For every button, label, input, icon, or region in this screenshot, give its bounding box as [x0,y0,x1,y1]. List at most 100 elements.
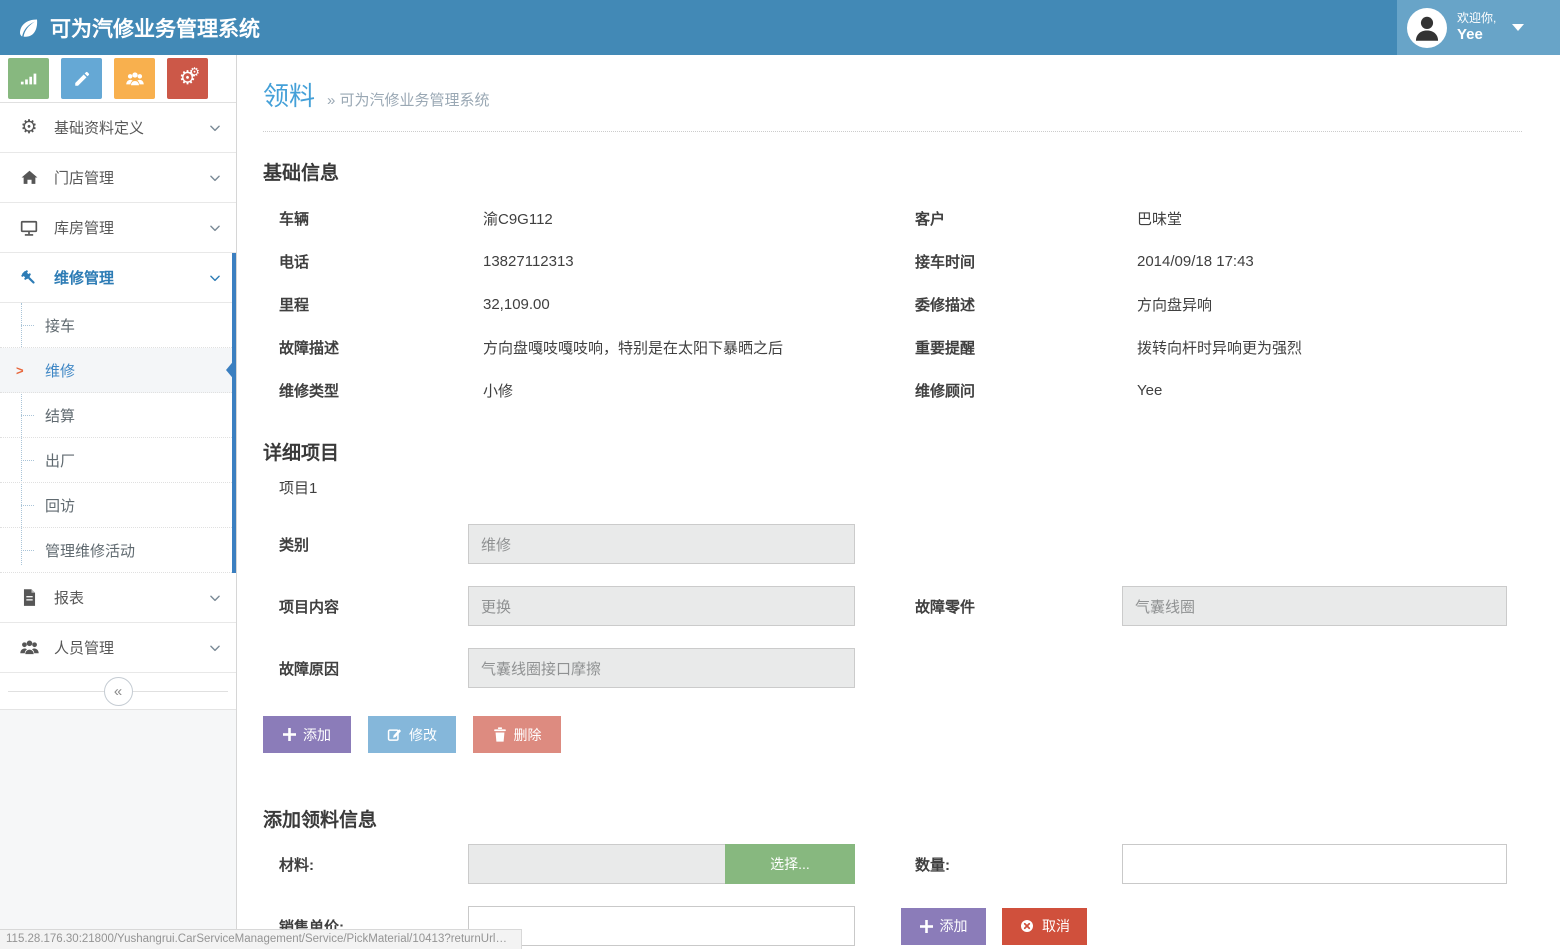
edit-icon [387,727,402,742]
user-menu[interactable]: 欢迎你, Yee [1397,0,1560,55]
field-value: 32,109.00 [483,296,915,313]
sidebar-item-store-mgmt[interactable]: 门店管理 [0,153,236,203]
sidebar-subitem-follow-up[interactable]: 回访 [0,483,236,528]
info-row: 电话 13827112313 接车时间 2014/09/18 17:43 [263,240,1522,283]
sidebar-subitem-settlement[interactable]: 结算 [0,393,236,438]
welcome-text: 欢迎你, [1457,11,1496,26]
form-row-category: 类别 [263,524,1522,564]
active-arrow-icon: > [16,363,24,378]
sidebar-subitem-repair-activities[interactable]: 管理维修活动 [0,528,236,573]
sidebar-group-repair-mgmt: 维修管理 接车 > 维修 结算 出厂 回访 管理维 [0,253,236,573]
quantity-label: 数量: [915,854,1122,875]
stats-shortcut-button[interactable] [8,58,49,99]
repair-submenu: 接车 > 维修 结算 出厂 回访 管理维修活动 [0,303,236,573]
desktop-icon [18,218,40,238]
sidebar-item-warehouse-mgmt[interactable]: 库房管理 [0,203,236,253]
section-title-pick-material: 添加领料信息 [263,805,1522,832]
sidebar-filler [0,709,236,949]
app-title: 可为汽修业务管理系统 [50,13,260,43]
chevron-down-icon [208,221,222,235]
sidebar-item-label: 人员管理 [54,637,114,658]
price-input[interactable] [468,906,855,946]
material-input [468,844,725,884]
sidebar-item-label: 维修管理 [54,267,114,288]
top-navbar: 可为汽修业务管理系统 欢迎你, Yee [0,0,1560,55]
field-value: 方向盘嘎吱嘎吱响，特别是在太阳下暴晒之后 [483,337,915,358]
sidebar-item-repair-mgmt[interactable]: 维修管理 [0,253,236,303]
caret-down-icon [1512,24,1524,31]
form-row-reason: 故障原因 [263,648,1522,688]
gavel-icon [18,268,40,288]
detail-item-title: 项目1 [263,477,1522,498]
category-input [468,524,855,564]
material-label: 材料: [263,854,468,875]
field-label: 维修类型 [263,380,483,401]
pick-buttons: 添加 取消 [901,908,1087,945]
sidebar: ⚙ ⚙ ⚙ 基础资料定义 门店管理 库房管理 [0,55,237,949]
field-value: 渝C9G112 [483,208,915,229]
sidebar-item-label: 基础资料定义 [54,117,144,138]
field-value: 巴味堂 [1137,208,1522,229]
plus-icon [283,728,296,741]
app-brand: 可为汽修业务管理系统 [16,13,260,43]
chevron-down-icon [208,641,222,655]
cancel-button[interactable]: 取消 [1002,908,1087,945]
sidebar-item-label: 库房管理 [54,217,114,238]
material-input-group: 选择... [468,844,855,884]
add-item-button[interactable]: 添加 [263,716,351,753]
user-name: Yee [1457,26,1496,45]
sidebar-subitem-leave-factory[interactable]: 出厂 [0,438,236,483]
x-circle-icon [1019,918,1035,934]
sidebar-item-personnel-mgmt[interactable]: 人员管理 [0,623,236,673]
choose-material-button[interactable]: 选择... [725,844,855,884]
breadcrumb-trail: 可为汽修业务管理系统 [340,92,490,109]
chevron-down-icon [208,171,222,185]
file-icon [18,588,40,607]
page-header: 领料 » 可为汽修业务管理系统 [263,55,1522,132]
chevron-down-icon [208,271,222,285]
plus-icon [920,920,933,933]
breadcrumb-separator: » [327,92,335,109]
users-shortcut-button[interactable] [114,58,155,99]
sidebar-shortcuts: ⚙ ⚙ [0,55,236,103]
main-content: 领料 » 可为汽修业务管理系统 基础信息 车辆 渝C9G112 客户 巴味堂 电… [238,55,1560,949]
trash-icon [493,727,507,742]
sidebar-item-label: 报表 [54,587,84,608]
sidebar-subitem-receive-car[interactable]: 接车 [0,303,236,348]
settings-shortcut-button[interactable]: ⚙ ⚙ [167,58,208,99]
part-input [1122,586,1507,626]
quantity-input[interactable] [1122,844,1507,884]
reason-label: 故障原因 [263,658,468,679]
add-material-button[interactable]: 添加 [901,908,986,945]
field-label: 客户 [915,208,1137,229]
field-label: 车辆 [263,208,483,229]
detail-buttons: 添加 修改 删除 [263,716,1522,753]
category-label: 类别 [263,534,468,555]
info-row: 故障描述 方向盘嘎吱嘎吱响，特别是在太阳下暴晒之后 重要提醒 拨转向杆时异响更为… [263,326,1522,369]
active-group-bar [232,253,236,573]
sidebar-item-reports[interactable]: 报表 [0,573,236,623]
avatar [1407,8,1447,48]
field-value: 小修 [483,380,915,401]
breadcrumb: » 可为汽修业务管理系统 [327,89,490,110]
sidebar-subitem-repair[interactable]: > 维修 [0,348,236,393]
sidebar-item-base-data[interactable]: ⚙ 基础资料定义 [0,103,236,153]
field-value: Yee [1137,382,1522,399]
field-value: 13827112313 [483,253,915,270]
field-label: 维修顾问 [915,380,1137,401]
sidebar-collapse-button[interactable]: « [104,677,133,706]
modify-item-button[interactable]: 修改 [368,716,456,753]
content-input [468,586,855,626]
status-url-tooltip: 115.28.176.30:21800/Yushangrui.CarServic… [0,929,522,949]
field-value: 拨转向杆时异响更为强烈 [1137,337,1522,358]
page-title: 领料 [263,76,315,113]
reason-input [468,648,855,688]
delete-item-button[interactable]: 删除 [473,716,561,753]
gears-icon: ⚙ [18,118,40,137]
leaf-logo-icon [16,16,40,40]
edit-shortcut-button[interactable] [61,58,102,99]
info-row: 里程 32,109.00 委修描述 方向盘异响 [263,283,1522,326]
field-label: 重要提醒 [915,337,1137,358]
form-row-material-quantity: 材料: 选择... 数量: [263,844,1522,884]
field-label: 接车时间 [915,251,1137,272]
